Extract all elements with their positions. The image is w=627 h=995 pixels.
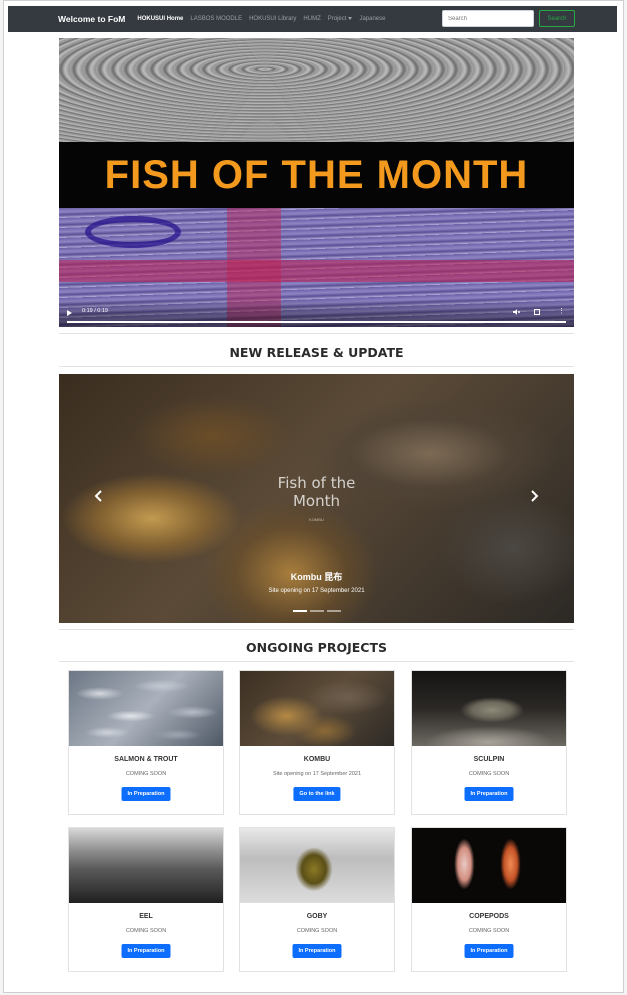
video-player[interactable]: FISH OF THE MONTH 0:19 / 0:19 ⋮ [59,38,574,327]
project-image-sculpin [412,671,566,746]
divider [59,366,574,367]
nav-dropdown-project-label: Project [327,16,347,22]
project-status: Site opening on 17 September 2021 [272,771,362,777]
project-card-eel: EEL COMING SOON In Preparation [68,827,224,972]
chevron-left-icon[interactable] [92,488,106,504]
video-frame-water [59,38,574,142]
carousel[interactable]: Fish of the Month KOMBU Kombu 昆布 Site ope… [59,374,574,623]
carousel-caption-title: Kombu 昆布 [290,572,343,582]
project-image-salmon-trout [69,671,223,746]
video-time: 0:19 / 0:19 [82,308,108,314]
project-title: SALMON & TROUT [114,756,178,763]
nav-link-humz[interactable]: HUMZ [303,16,320,22]
project-title: COPEPODS [469,913,509,920]
navbar-brand[interactable]: Welcome to FoM [58,14,125,24]
chevron-right-icon[interactable] [527,488,541,504]
project-card-goby: GOBY COMING SOON In Preparation [239,827,395,972]
volume-muted-icon[interactable] [513,309,520,315]
nav-dropdown-project[interactable]: Project [328,16,353,22]
video-progress-bar[interactable] [67,321,566,323]
video-controls: 0:19 / 0:19 ⋮ [59,299,574,327]
project-status: COMING SOON [468,928,510,934]
project-status: COMING SOON [125,771,167,777]
project-title: GOBY [306,913,328,920]
caret-down-icon [348,16,353,20]
project-card-sculpin: SCULPIN COMING SOON In Preparation [411,670,567,815]
project-title: SCULPIN [473,756,505,763]
in-preparation-button[interactable]: In Preparation [121,787,171,801]
project-card-kombu: KOMBU Site opening on 17 September 2021 … [239,670,395,815]
project-image-kombu [240,671,394,746]
go-to-link-button[interactable]: Go to the link [293,787,341,801]
project-status: COMING SOON [296,928,338,934]
nav-link-hokusui-library[interactable]: HOKUSUI Library [249,16,296,22]
project-status: COMING SOON [468,771,510,777]
carousel-slide-subheading: KOMBU [309,517,324,522]
in-preparation-button[interactable]: In Preparation [464,787,514,801]
project-image-eel [69,828,223,903]
carousel-caption-text: Site opening on 17 September 2021 [268,588,365,594]
section-title-new-release: NEW RELEASE & UPDATE [229,345,404,360]
divider [59,629,574,630]
play-icon[interactable] [67,310,72,316]
project-title: EEL [139,913,153,920]
carousel-caption: Kombu 昆布 Site opening on 17 September 20… [59,570,574,594]
carousel-indicator[interactable] [292,610,307,612]
in-preparation-button[interactable]: In Preparation [464,944,514,958]
project-status: COMING SOON [125,928,167,934]
nav-link-lasbos-moodle[interactable]: LASBOS MOODLE [190,16,242,22]
project-title: KOMBU [303,756,331,763]
video-progress-fill [67,321,566,323]
flag-stripe-horizontal [59,260,574,282]
navbar: Welcome to FoM HOKUSUI Home LASBOS MOODL… [8,6,617,32]
fullscreen-icon[interactable] [534,309,540,315]
flag-circle-shape [85,216,181,248]
video-title: FISH OF THE MONTH [104,152,529,197]
nav-link-japanese[interactable]: Japanese [359,16,385,22]
divider [59,333,574,334]
section-title-ongoing-projects: ONGOING PROJECTS [245,640,387,655]
project-card-salmon-trout: SALMON & TROUT COMING SOON In Preparatio… [68,670,224,815]
carousel-indicator[interactable] [309,610,324,612]
search-input[interactable] [442,10,534,27]
carousel-slide-heading: Fish of the Month [277,474,356,510]
project-card-copepods: COPEPODS COMING SOON In Preparation [411,827,567,972]
divider [59,661,574,662]
project-image-copepods [412,828,566,903]
in-preparation-button[interactable]: In Preparation [121,944,171,958]
carousel-indicator[interactable] [326,610,341,612]
more-vertical-icon[interactable]: ⋮ [558,308,565,315]
carousel-indicators [59,610,574,612]
search-button[interactable]: Search [539,10,575,27]
in-preparation-button[interactable]: In Preparation [292,944,342,958]
nav-link-hokusui-home[interactable]: HOKUSUI Home [137,16,183,22]
video-title-banner: FISH OF THE MONTH [59,142,574,208]
project-image-goby [240,828,394,903]
